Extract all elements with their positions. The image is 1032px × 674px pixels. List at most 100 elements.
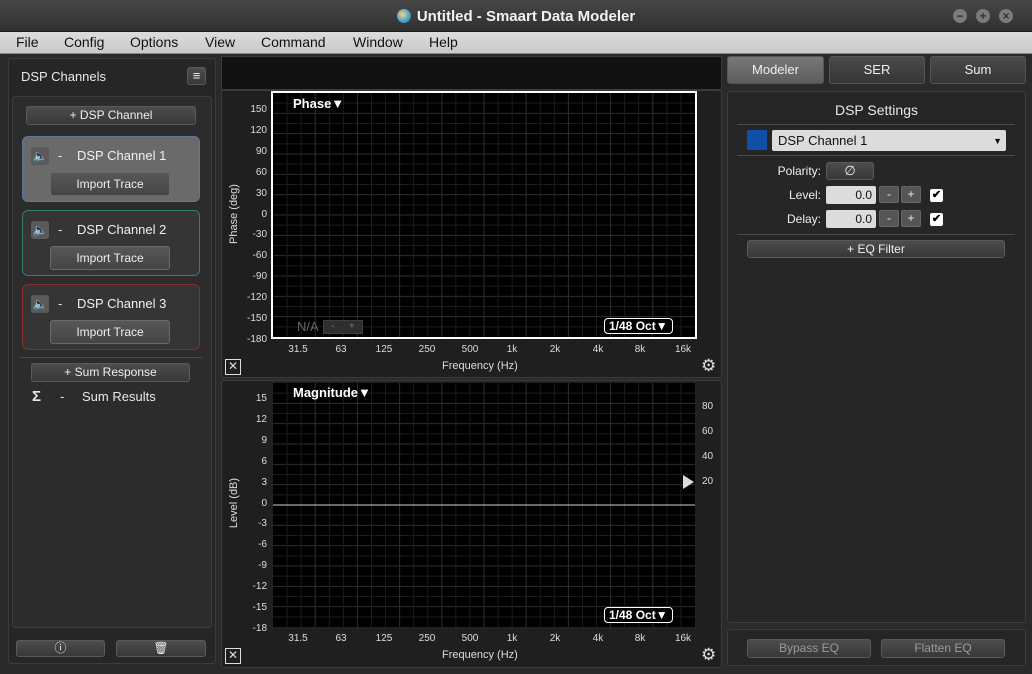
phase-smoothing-selector[interactable]: 1/48 Oct▼ — [604, 318, 673, 334]
dsp-settings-title: DSP Settings — [834, 102, 918, 118]
speaker-icon[interactable]: 🔈 — [31, 147, 49, 165]
magnitude-smoothing-selector[interactable]: 1/48 Oct▼ — [604, 607, 673, 623]
tab-modeler[interactable]: Modeler — [727, 56, 824, 84]
info-button[interactable]: ⓘ — [16, 640, 105, 657]
tab-ser[interactable]: SER — [829, 56, 925, 84]
delay-input[interactable]: 0.0 — [826, 210, 876, 228]
delay-decrement-button[interactable]: - — [879, 210, 899, 227]
x-tick-label: 16k — [674, 633, 692, 644]
right-tick-label: 80 — [702, 401, 714, 412]
divider — [737, 155, 1015, 156]
x-tick-label: 250 — [418, 633, 436, 644]
maximize-icon[interactable]: + — [976, 9, 990, 23]
y-tick-label: -150 — [246, 313, 267, 324]
x-tick-label: 125 — [375, 344, 393, 355]
add-eq-filter-button[interactable]: + EQ Filter — [747, 240, 1005, 258]
channel-select-value: DSP Channel 1 — [778, 133, 868, 148]
dsp-channel-1[interactable]: 🔈 - DSP Channel 1 Import Trace — [22, 136, 200, 202]
sum-dash: - — [60, 389, 65, 404]
menu-help[interactable]: Help — [429, 34, 458, 50]
delay-checkbox[interactable]: ✔ — [930, 213, 943, 226]
app-window: Untitled - Smaart Data Modeler − + × Fil… — [0, 0, 1032, 674]
dsp-channel-2[interactable]: 🔈 - DSP Channel 2 Import Trace — [22, 210, 200, 276]
right-tick-label: 60 — [702, 426, 714, 437]
phase-offset-plus[interactable]: + — [349, 321, 355, 332]
minimize-icon[interactable]: − — [953, 9, 967, 23]
right-tick-label: 40 — [702, 451, 714, 462]
trash-icon: 🗑 — [153, 641, 169, 655]
level-increment-button[interactable]: + — [901, 186, 921, 203]
phase-plot[interactable] — [271, 91, 697, 339]
dsp-channels-title: DSP Channels — [21, 69, 107, 84]
y-tick-label: 9 — [261, 434, 267, 446]
delay-increment-button[interactable]: + — [901, 210, 921, 227]
delete-button[interactable]: 🗑 — [116, 640, 206, 657]
close-plot-icon[interactable]: ✕ — [225, 359, 241, 375]
channel-color-swatch — [747, 130, 767, 150]
phase-plot-selector[interactable]: Phase▼ — [293, 96, 344, 111]
x-tick-label: 125 — [375, 633, 393, 644]
channel-dash: - — [58, 296, 63, 311]
x-tick-label: 2k — [549, 633, 561, 644]
x-tick-label: 1k — [506, 344, 518, 355]
gear-icon[interactable]: ⚙ — [701, 356, 716, 376]
level-label: Level: — [788, 188, 821, 202]
channel-menu-icon[interactable]: ≡ — [187, 67, 206, 85]
x-tick-label: 8k — [634, 633, 646, 644]
y-tick-label: -120 — [246, 292, 267, 304]
menu-window[interactable]: Window — [353, 34, 403, 50]
menu-view[interactable]: View — [205, 34, 235, 50]
menu-command[interactable]: Command — [261, 34, 326, 50]
flatten-eq-button[interactable]: Flatten EQ — [881, 639, 1005, 658]
x-tick-label: 2k — [549, 344, 561, 355]
x-tick-label: 31.5 — [288, 344, 308, 355]
speaker-icon[interactable]: 🔈 — [31, 221, 49, 239]
x-tick-label: 8k — [634, 344, 646, 355]
y-tick-label: 12 — [255, 413, 267, 425]
dsp-channel-3[interactable]: 🔈 - DSP Channel 3 Import Trace — [22, 284, 200, 350]
import-trace-button[interactable]: Import Trace — [50, 246, 170, 270]
tab-sum[interactable]: Sum — [930, 56, 1026, 84]
x-tick-label: 31.5 — [288, 633, 308, 644]
import-trace-button[interactable]: Import Trace — [50, 172, 170, 196]
menu-options[interactable]: Options — [130, 34, 178, 50]
magnitude-plot[interactable] — [271, 381, 697, 629]
menu-config[interactable]: Config — [64, 34, 104, 50]
x-tick-label: 1k — [506, 633, 518, 644]
polarity-button[interactable]: ∅ — [826, 162, 874, 180]
y-tick-label: 90 — [255, 145, 267, 157]
add-dsp-channel-button[interactable]: + DSP Channel — [26, 106, 196, 125]
x-tick-label: 4k — [592, 633, 604, 644]
right-tick-label: 20 — [702, 476, 714, 487]
polarity-label: Polarity: — [777, 164, 821, 178]
window-title: Untitled - Smaart Data Modeler — [0, 8, 1032, 25]
divider — [20, 357, 202, 358]
toolbar-strip — [221, 56, 722, 90]
title-bar: Untitled - Smaart Data Modeler − + × — [0, 0, 1032, 32]
y-tick-label: 15 — [255, 393, 267, 404]
info-icon: ⓘ — [54, 641, 67, 655]
level-marker-icon[interactable] — [683, 475, 694, 489]
na-label: N/A — [297, 319, 319, 334]
level-decrement-button[interactable]: - — [879, 186, 899, 203]
speaker-icon[interactable]: 🔈 — [31, 295, 49, 313]
level-input[interactable]: 0.0 — [826, 186, 876, 204]
close-plot-icon[interactable]: ✕ — [225, 648, 241, 664]
y-tick-label: -9 — [258, 560, 267, 572]
gear-icon[interactable]: ⚙ — [701, 645, 716, 665]
level-checkbox[interactable]: ✔ — [930, 189, 943, 202]
channel-name: DSP Channel 1 — [77, 148, 167, 163]
magnitude-plot-selector[interactable]: Magnitude▼ — [293, 385, 371, 400]
phase-x-label: Frequency (Hz) — [442, 360, 518, 372]
menu-bar: File Config Options View Command Window … — [0, 32, 1032, 54]
magnitude-x-label: Frequency (Hz) — [442, 649, 518, 661]
import-trace-button[interactable]: Import Trace — [50, 320, 170, 344]
close-icon[interactable]: × — [999, 9, 1013, 23]
channel-select[interactable]: DSP Channel 1 ▼ — [772, 130, 1006, 151]
menu-file[interactable]: File — [16, 34, 39, 50]
add-sum-response-button[interactable]: + Sum Response — [31, 363, 190, 382]
delay-label: Delay: — [786, 212, 821, 226]
bypass-eq-button[interactable]: Bypass EQ — [747, 639, 871, 658]
phase-offset-minus[interactable]: - — [331, 321, 334, 332]
phase-offset-stepper[interactable]: - + — [323, 320, 363, 334]
